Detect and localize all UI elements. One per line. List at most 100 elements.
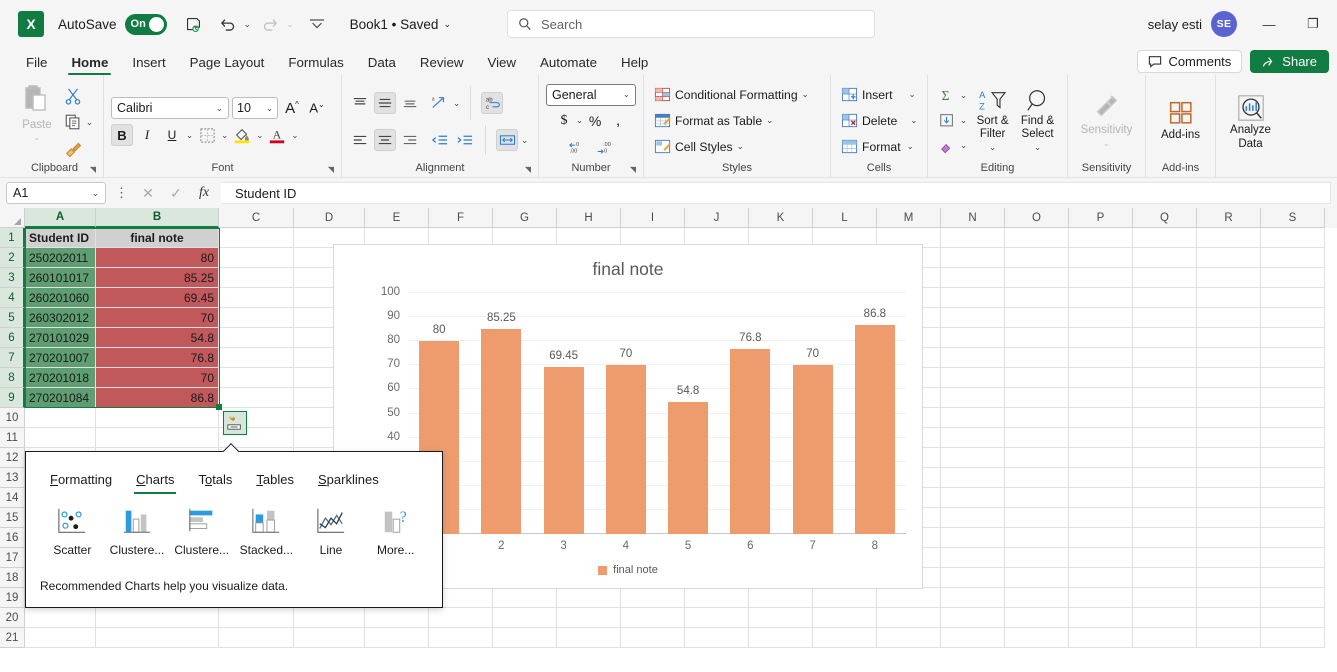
row-header-7[interactable]: 7	[0, 348, 25, 368]
align-right-button[interactable]	[399, 129, 421, 151]
column-header-d[interactable]: D	[294, 208, 365, 228]
cell-m19[interactable]	[877, 588, 941, 608]
select-all-corner[interactable]	[0, 208, 25, 228]
qa-item-clustered-column[interactable]: Clustere...	[105, 506, 170, 557]
cell-n6[interactable]	[941, 328, 1005, 348]
cell-b20[interactable]	[96, 608, 219, 628]
cell-k19[interactable]	[749, 588, 813, 608]
row-header-17[interactable]: 17	[0, 548, 25, 568]
cell-s9[interactable]	[1261, 388, 1325, 408]
cell-m20[interactable]	[877, 608, 941, 628]
qa-tab-sparklines[interactable]: Sparklines	[306, 468, 391, 494]
cell-r12[interactable]	[1197, 448, 1261, 468]
cell-o14[interactable]	[1005, 488, 1069, 508]
font-color-button[interactable]: A	[266, 124, 288, 146]
clipboard-dialog-launcher-icon[interactable]: ◥	[90, 165, 96, 174]
number-dialog-launcher-icon[interactable]: ◥	[630, 165, 636, 174]
font-name-select[interactable]: Calibri ⌄	[111, 97, 229, 119]
tab-page-layout[interactable]: Page Layout	[178, 53, 277, 75]
column-header-a[interactable]: A	[25, 208, 96, 228]
column-header-c[interactable]: C	[219, 208, 294, 228]
customize-quick-access-icon[interactable]	[302, 10, 332, 38]
cell-p13[interactable]	[1069, 468, 1133, 488]
cell-a7[interactable]: 270201007	[25, 348, 96, 368]
cell-s18[interactable]	[1261, 568, 1325, 588]
row-header-12[interactable]: 12	[0, 448, 25, 468]
row-header-8[interactable]: 8	[0, 368, 25, 388]
cell-b3[interactable]: 85.25	[96, 268, 219, 288]
qa-tab-formatting[interactable]: Formatting	[38, 468, 124, 494]
cell-n8[interactable]	[941, 368, 1005, 388]
row-header-9[interactable]: 9	[0, 388, 25, 408]
bar-8[interactable]	[854, 324, 895, 534]
column-header-m[interactable]: M	[877, 208, 941, 228]
cell-s12[interactable]	[1261, 448, 1325, 468]
tab-insert[interactable]: Insert	[120, 53, 177, 75]
align-center-button[interactable]	[374, 129, 396, 151]
tab-formulas[interactable]: Formulas	[276, 53, 355, 75]
copy-button[interactable]: ⌄	[61, 110, 96, 134]
cell-e20[interactable]	[365, 608, 429, 628]
cell-o8[interactable]	[1005, 368, 1069, 388]
row-header-16[interactable]: 16	[0, 528, 25, 548]
cell-n2[interactable]	[941, 248, 1005, 268]
qa-item-more[interactable]: ? More...	[363, 506, 428, 557]
cell-r7[interactable]	[1197, 348, 1261, 368]
cell-styles-button[interactable]: Cell Styles ⌄	[651, 135, 812, 159]
cell-r10[interactable]	[1197, 408, 1261, 428]
cell-p19[interactable]	[1069, 588, 1133, 608]
save-icon[interactable]	[179, 10, 209, 38]
share-button[interactable]: Share	[1250, 50, 1329, 73]
cell-c21[interactable]	[219, 628, 294, 648]
cell-r11[interactable]	[1197, 428, 1261, 448]
cell-n13[interactable]	[941, 468, 1005, 488]
cell-o19[interactable]	[1005, 588, 1069, 608]
cell-b7[interactable]: 76.8	[96, 348, 219, 368]
row-header-5[interactable]: 5	[0, 308, 25, 328]
cell-a3[interactable]: 260101017	[25, 268, 96, 288]
cell-q4[interactable]	[1133, 288, 1197, 308]
cell-r19[interactable]	[1197, 588, 1261, 608]
cell-r5[interactable]	[1197, 308, 1261, 328]
column-header-i[interactable]: I	[621, 208, 685, 228]
cell-r17[interactable]	[1197, 548, 1261, 568]
cell-g20[interactable]	[493, 608, 557, 628]
cell-b2[interactable]: 80	[96, 248, 219, 268]
format-painter-button[interactable]	[61, 136, 96, 160]
cell-s1[interactable]	[1261, 228, 1325, 248]
cell-n15[interactable]	[941, 508, 1005, 528]
cell-n16[interactable]	[941, 528, 1005, 548]
cell-g19[interactable]	[493, 588, 557, 608]
row-header-14[interactable]: 14	[0, 488, 25, 508]
bar-2[interactable]	[481, 328, 522, 534]
cell-s10[interactable]	[1261, 408, 1325, 428]
cell-n19[interactable]	[941, 588, 1005, 608]
cut-button[interactable]	[61, 84, 96, 108]
cell-r18[interactable]	[1197, 568, 1261, 588]
column-header-h[interactable]: H	[557, 208, 621, 228]
cell-s14[interactable]	[1261, 488, 1325, 508]
cell-q9[interactable]	[1133, 388, 1197, 408]
cell-s2[interactable]	[1261, 248, 1325, 268]
cell-o17[interactable]	[1005, 548, 1069, 568]
bar-5[interactable]	[668, 401, 709, 534]
clear-button[interactable]: ⌄	[935, 134, 970, 158]
row-header-3[interactable]: 3	[0, 268, 25, 288]
cell-q15[interactable]	[1133, 508, 1197, 528]
restore-button[interactable]: ❐	[1291, 8, 1335, 40]
cell-q21[interactable]	[1133, 628, 1197, 648]
row-header-20[interactable]: 20	[0, 608, 25, 628]
cell-a5[interactable]: 260302012	[25, 308, 96, 328]
cell-r1[interactable]	[1197, 228, 1261, 248]
cell-b1[interactable]: final note	[96, 228, 219, 248]
row-header-11[interactable]: 11	[0, 428, 25, 448]
cell-p4[interactable]	[1069, 288, 1133, 308]
orientation-caret-icon[interactable]: ⌄	[453, 98, 460, 109]
cell-a10[interactable]	[25, 408, 96, 428]
autosum-caret-icon[interactable]: ⌄	[960, 90, 967, 101]
column-header-s[interactable]: S	[1261, 208, 1325, 228]
cell-p15[interactable]	[1069, 508, 1133, 528]
cell-s3[interactable]	[1261, 268, 1325, 288]
row-header-13[interactable]: 13	[0, 468, 25, 488]
qa-item-clustered-bar[interactable]: Clustere...	[169, 506, 234, 557]
